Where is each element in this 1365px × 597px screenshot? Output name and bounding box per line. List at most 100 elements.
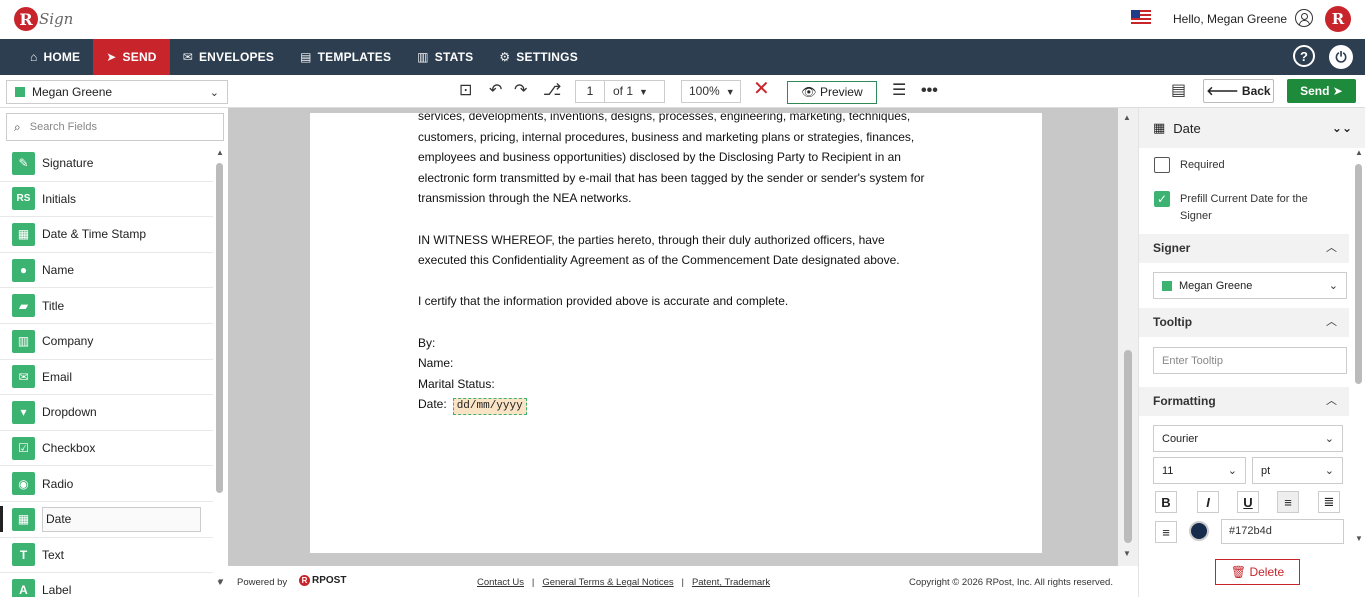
delete-button[interactable]: 🗑 Delete bbox=[1215, 559, 1300, 585]
signer-select[interactable]: Megan Greene ⌄ bbox=[6, 80, 228, 104]
name-label: Name: bbox=[418, 356, 454, 371]
patent-link[interactable]: Patent, Trademark bbox=[692, 577, 770, 588]
field-item-label[interactable]: A Label bbox=[0, 573, 213, 597]
nav-templates[interactable]: ▤ TEMPLATES bbox=[287, 39, 404, 75]
nav-home[interactable]: ⌂ HOME bbox=[17, 39, 93, 75]
scrollbar-thumb[interactable] bbox=[1124, 350, 1132, 543]
power-icon[interactable]: ⏻ bbox=[1329, 45, 1353, 69]
date-line: Date: dd/mm/yyyy bbox=[418, 394, 938, 416]
user-profile-icon[interactable] bbox=[1295, 9, 1313, 27]
scroll-up-icon[interactable]: ▲ bbox=[216, 148, 224, 157]
scrollbar-thumb[interactable] bbox=[216, 163, 223, 493]
calendar-icon: ▦ bbox=[1153, 120, 1166, 135]
rsign-logo[interactable]: R Sign bbox=[14, 4, 73, 34]
field-item-label: Name bbox=[42, 263, 75, 278]
date-field-placed[interactable]: dd/mm/yyyy bbox=[452, 398, 527, 416]
brand-avatar[interactable]: R bbox=[1325, 6, 1351, 32]
rpost-logo: R RPOST bbox=[299, 575, 346, 586]
required-checkbox[interactable] bbox=[1154, 157, 1170, 173]
formatting-section-header[interactable]: Formatting ︿ bbox=[1139, 387, 1349, 416]
field-item-email[interactable]: ✉ Email bbox=[0, 360, 213, 396]
template-icon: ▤ bbox=[300, 50, 312, 64]
align-menu-icon[interactable]: ☰ bbox=[892, 81, 906, 101]
doc-line: transmission through the NEA networks. bbox=[418, 191, 632, 206]
scroll-up-icon[interactable]: ▲ bbox=[1123, 113, 1131, 122]
help-icon[interactable]: ? bbox=[1293, 45, 1315, 67]
undo-icon[interactable]: ↶ bbox=[489, 81, 502, 101]
delete-label: Delete bbox=[1249, 565, 1285, 579]
scroll-down-icon[interactable]: ▼ bbox=[217, 577, 225, 586]
tooltip-section-header[interactable]: Tooltip ︿ bbox=[1139, 308, 1349, 337]
field-item-initials[interactable]: RS Initials bbox=[0, 182, 213, 218]
field-item-date-time-stamp[interactable]: ▦ Date & Time Stamp bbox=[0, 217, 213, 253]
field-item-signature[interactable]: ✎ Signature bbox=[0, 146, 213, 182]
tooltip-input[interactable]: Enter Tooltip bbox=[1153, 347, 1347, 374]
zoom-select[interactable]: 100% ▼ bbox=[681, 80, 741, 103]
field-item-text[interactable]: T Text bbox=[0, 538, 213, 574]
font-family-select[interactable]: Courier ⌄ bbox=[1153, 425, 1343, 452]
align-justify-icon[interactable]: ≣ bbox=[1318, 491, 1340, 513]
send-button[interactable]: Send ➤ bbox=[1287, 79, 1356, 103]
prefill-date-checkbox[interactable]: ✓ bbox=[1154, 191, 1170, 207]
fit-page-icon[interactable]: ⊡ bbox=[459, 81, 472, 101]
field-item-label: Initials bbox=[42, 191, 77, 206]
signer-section-header[interactable]: Signer ︿ bbox=[1139, 234, 1349, 263]
underline-button[interactable]: U bbox=[1237, 491, 1259, 513]
scroll-up-icon[interactable]: ▲ bbox=[1355, 148, 1363, 157]
document-view-icon[interactable]: ▤ bbox=[1171, 81, 1186, 101]
italic-button[interactable]: I bbox=[1197, 491, 1219, 513]
building-icon: ▥ bbox=[12, 329, 35, 353]
field-item-dropdown[interactable]: ▾ Dropdown bbox=[0, 395, 213, 431]
font-size-select[interactable]: 11 ⌄ bbox=[1153, 457, 1246, 484]
hierarchy-icon[interactable]: ⎇ bbox=[543, 81, 561, 101]
contact-us-link[interactable]: Contact Us bbox=[477, 577, 524, 588]
field-item-label: Dropdown bbox=[42, 405, 97, 420]
scroll-down-icon[interactable]: ▼ bbox=[1123, 549, 1131, 558]
search-input[interactable]: ⌕ Search Fields bbox=[6, 113, 224, 141]
redo-icon[interactable]: ↷ bbox=[514, 81, 527, 101]
field-item-checkbox[interactable]: ☑ Checkbox bbox=[0, 431, 213, 467]
clear-fields-icon[interactable]: ✕ bbox=[753, 79, 770, 99]
chevron-down-icon: ⌄ bbox=[1324, 433, 1334, 445]
signer-select-value: Megan Greene bbox=[32, 85, 113, 99]
terms-link[interactable]: General Terms & Legal Notices bbox=[542, 577, 673, 588]
more-options-icon[interactable]: ••• bbox=[921, 81, 938, 101]
fields-scrollbar[interactable]: ▲ ▼ bbox=[216, 148, 224, 587]
scrollbar-thumb[interactable] bbox=[1355, 164, 1362, 384]
paragraph-witness: IN WITNESS WHEREOF, the parties hereto, … bbox=[418, 230, 938, 271]
align-left-icon[interactable]: ≡ bbox=[1277, 491, 1299, 513]
field-item-company[interactable]: ▥ Company bbox=[0, 324, 213, 360]
bold-button[interactable]: B bbox=[1155, 491, 1177, 513]
signer-dropdown[interactable]: Megan Greene ⌄ bbox=[1153, 272, 1347, 299]
align-right-icon[interactable]: ≡ bbox=[1155, 521, 1177, 543]
main-nav: ⌂ HOME ➤ SEND ✉ ENVELOPES ▤ TEMPLATES ▥ STATS… bbox=[0, 39, 1365, 75]
nav-send[interactable]: ➤ SEND bbox=[93, 39, 170, 75]
preview-label: Preview bbox=[819, 85, 863, 99]
fields-panel: ⌕ Search Fields ✎ Signature RS Initials ▦ Dat… bbox=[0, 108, 228, 597]
gear-icon: ⚙ bbox=[499, 50, 511, 64]
page-number-input[interactable]: 1 bbox=[575, 80, 605, 103]
chevron-up-icon: ︿ bbox=[1326, 395, 1337, 407]
nav-right-actions: ? ⏻ bbox=[1293, 45, 1353, 69]
properties-header[interactable]: ▦ Date ⌄⌄ bbox=[1139, 108, 1365, 148]
flag-icon[interactable] bbox=[1131, 10, 1151, 26]
text-icon: T bbox=[12, 543, 35, 567]
document-toolbar: Megan Greene ⌄ ⊡ ↶ ↷ ⎇ 1 of 1 ▼ 100% ▼ ✕ 👁… bbox=[0, 75, 1365, 108]
preview-button[interactable]: 👁 Preview bbox=[787, 81, 877, 104]
back-button[interactable]: 🡐 Back bbox=[1203, 79, 1274, 103]
text-color-swatch[interactable] bbox=[1189, 521, 1209, 541]
field-item-name[interactable]: ● Name bbox=[0, 253, 213, 289]
field-item-radio[interactable]: ◉ Radio bbox=[0, 466, 213, 502]
field-item-title[interactable]: ▰ Title bbox=[0, 288, 213, 324]
color-hex-input[interactable]: #172b4d bbox=[1221, 519, 1344, 544]
nav-envelopes[interactable]: ✉ ENVELOPES bbox=[170, 39, 287, 75]
nav-stats[interactable]: ▥ STATS bbox=[404, 39, 486, 75]
font-unit-select[interactable]: pt ⌄ bbox=[1252, 457, 1343, 484]
nav-settings[interactable]: ⚙ SETTINGS bbox=[486, 39, 591, 75]
field-item-date[interactable]: ▦ Date bbox=[0, 502, 213, 538]
scroll-down-icon[interactable]: ▼ bbox=[1355, 534, 1363, 543]
document-scrollbar[interactable]: ▲ ▼ bbox=[1118, 108, 1138, 566]
properties-scrollbar[interactable]: ▲ ▼ bbox=[1355, 148, 1363, 548]
double-chevron-down-icon[interactable]: ⌄⌄ bbox=[1332, 121, 1352, 135]
page-count-select[interactable]: of 1 ▼ bbox=[605, 80, 665, 103]
